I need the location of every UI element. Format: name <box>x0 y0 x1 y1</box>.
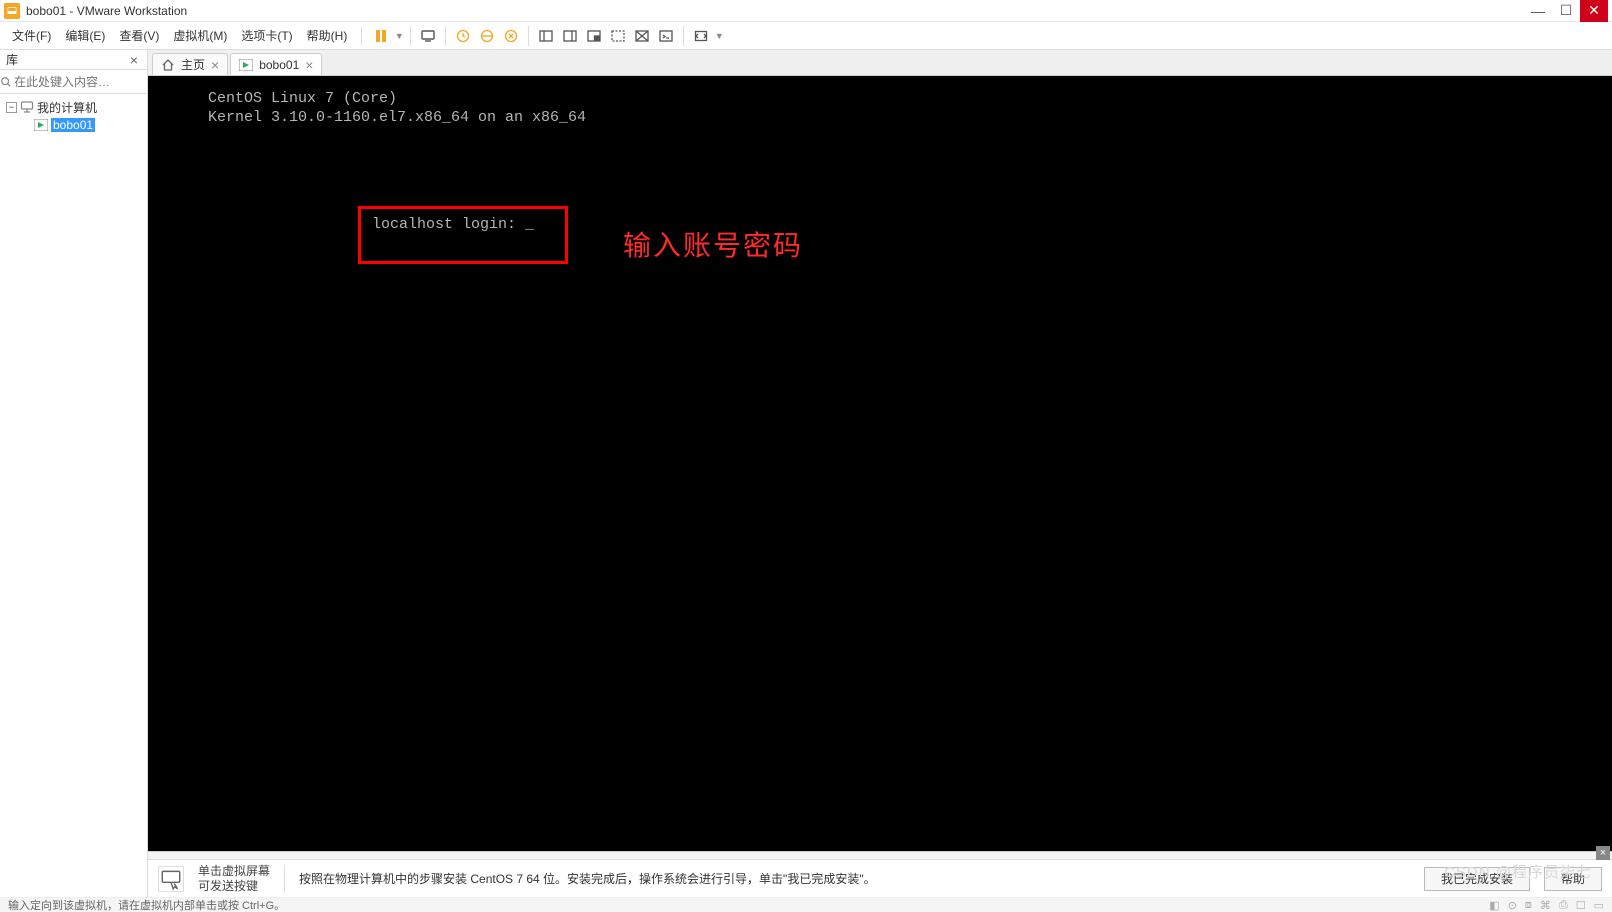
annotation-text: 输入账号密码 <box>623 224 803 264</box>
collapse-icon[interactable]: − <box>6 102 17 113</box>
tree-root-label: 我的计算机 <box>37 99 97 116</box>
tab-vm-label: bobo01 <box>259 58 299 72</box>
tab-home-label: 主页 <box>181 56 205 73</box>
tree-root-row[interactable]: − 我的计算机 <box>6 98 141 116</box>
computer-icon <box>20 100 34 114</box>
device-icon[interactable]: ⊙ <box>1508 899 1517 912</box>
bar-close-button[interactable]: × <box>1596 846 1610 860</box>
menu-help[interactable]: 帮助(H) <box>301 25 354 46</box>
device-icon[interactable]: ◧ <box>1489 899 1499 912</box>
snapshot-revert-button[interactable] <box>500 25 522 47</box>
menu-vm[interactable]: 虚拟机(M) <box>167 25 233 46</box>
separator <box>683 26 684 46</box>
sidebar-header: 库 × <box>0 50 147 70</box>
maximize-button[interactable]: ☐ <box>1552 0 1580 22</box>
vm-tree: − 我的计算机 bobo01 <box>0 94 147 138</box>
separator <box>528 26 529 46</box>
close-button[interactable]: ✕ <box>1580 0 1608 22</box>
tab-close-icon[interactable]: × <box>305 58 313 72</box>
stretch-button[interactable] <box>690 25 712 47</box>
unity-button[interactable] <box>631 25 653 47</box>
device-icon[interactable]: ⎙ <box>1559 899 1568 912</box>
screen-click-icon <box>158 866 184 892</box>
console-button[interactable] <box>655 25 677 47</box>
device-icon[interactable]: ⧈ <box>1525 899 1532 912</box>
install-hint-bar: 单击虚拟屏幕 可发送按键 按照在物理计算机中的步骤安装 CentOS 7 64 … <box>148 859 1612 897</box>
snapshot-manage-button[interactable] <box>476 25 498 47</box>
sidebar: 库 × ▼ − 我的计算机 bobo <box>0 50 148 897</box>
view-split-right-button[interactable] <box>559 25 581 47</box>
separator <box>410 26 411 46</box>
home-icon <box>161 58 175 72</box>
sidebar-title: 库 <box>6 51 18 68</box>
vm-console[interactable]: CentOS Linux 7 (Core) Kernel 3.10.0-1160… <box>148 76 1612 851</box>
sidebar-close-button[interactable]: × <box>127 53 141 67</box>
menu-tabs[interactable]: 选项卡(T) <box>235 25 298 46</box>
terminal-line2: Kernel 3.10.0-1160.el7.x86_64 on an x86_… <box>208 109 1552 128</box>
click-hint-text: 单击虚拟屏幕 可发送按键 <box>198 864 270 894</box>
device-icon[interactable]: ☐ <box>1576 899 1586 912</box>
vm-icon <box>34 119 48 131</box>
tab-vm[interactable]: bobo01 × <box>230 53 322 75</box>
terminal-login-prompt: localhost login: _ <box>372 216 534 233</box>
view-thumbnail-button[interactable] <box>583 25 605 47</box>
separator <box>361 27 362 45</box>
separator <box>284 865 285 893</box>
vm-tab-icon <box>239 58 253 72</box>
install-done-button[interactable]: 我已完成安装 <box>1424 867 1530 891</box>
pause-button[interactable] <box>370 25 392 47</box>
window-title: bobo01 - VMware Workstation <box>26 4 187 18</box>
content-area: 主页 × bobo01 × CentOS Linux 7 (Core) Kern… <box>148 50 1612 897</box>
stretch-dropdown[interactable]: ▼ <box>714 25 724 47</box>
main-area: 库 × ▼ − 我的计算机 bobo <box>0 50 1612 897</box>
sidebar-search: ▼ <box>0 70 147 94</box>
app-icon <box>4 3 20 19</box>
menu-view[interactable]: 查看(V) <box>113 25 165 46</box>
separator <box>445 26 446 46</box>
tree-vm-label: bobo01 <box>51 118 95 132</box>
terminal-line1: CentOS Linux 7 (Core) <box>208 90 1552 109</box>
status-text: 输入定向到该虚拟机，请在虚拟机内部单击或按 Ctrl+G。 <box>8 897 285 912</box>
titlebar: bobo01 - VMware Workstation — ☐ ✕ <box>0 0 1612 22</box>
device-icon[interactable]: ▭ <box>1594 899 1604 912</box>
send-ctrl-alt-del-button[interactable] <box>417 25 439 47</box>
search-icon <box>0 76 12 88</box>
menubar: 文件(F) 编辑(E) 查看(V) 虚拟机(M) 选项卡(T) 帮助(H) ▼ <box>0 22 1612 50</box>
help-button[interactable]: 帮助 <box>1544 867 1602 891</box>
power-dropdown[interactable]: ▼ <box>394 25 404 47</box>
menu-file[interactable]: 文件(F) <box>6 25 57 46</box>
tab-home[interactable]: 主页 × <box>152 53 228 75</box>
menu-edit[interactable]: 编辑(E) <box>59 25 111 46</box>
view-split-left-button[interactable] <box>535 25 557 47</box>
fullscreen-button[interactable] <box>607 25 629 47</box>
status-device-icons: ◧ ⊙ ⧈ ⌘ ⎙ ☐ ▭ <box>1489 899 1604 912</box>
tree-vm-row[interactable]: bobo01 <box>34 116 141 134</box>
tab-bar: 主页 × bobo01 × <box>148 50 1612 76</box>
status-bar: 输入定向到该虚拟机，请在虚拟机内部单击或按 Ctrl+G。 ◧ ⊙ ⧈ ⌘ ⎙ … <box>0 897 1612 912</box>
install-instruction: 按照在物理计算机中的步骤安装 CentOS 7 64 位。安装完成后，操作系统会… <box>299 870 876 887</box>
snapshot-button[interactable] <box>452 25 474 47</box>
separator <box>148 851 1612 859</box>
annotation-box <box>358 206 568 264</box>
tab-close-icon[interactable]: × <box>211 58 219 72</box>
minimize-button[interactable]: — <box>1524 0 1552 22</box>
device-icon[interactable]: ⌘ <box>1540 899 1551 912</box>
